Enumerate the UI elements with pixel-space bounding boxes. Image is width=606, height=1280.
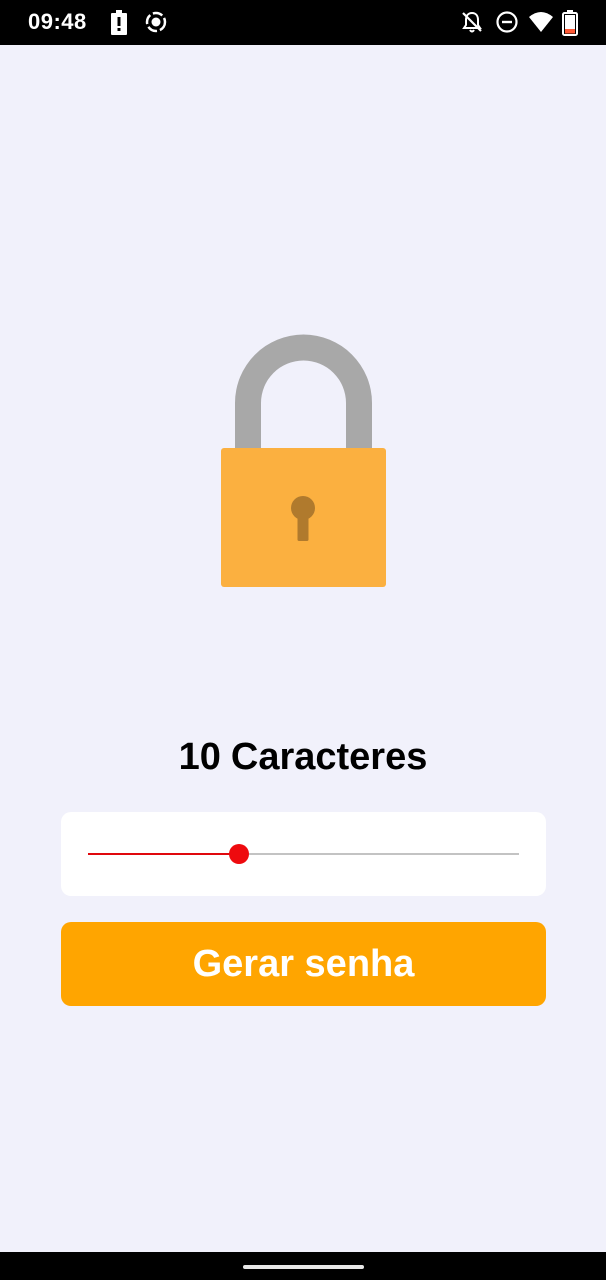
battery-alert-icon	[110, 10, 128, 41]
status-time: 09:48	[28, 9, 87, 34]
password-length-label: 10 Caracteres	[0, 736, 606, 779]
generate-password-button[interactable]: Gerar senha	[61, 922, 546, 1006]
record-icon	[144, 10, 168, 39]
battery-icon	[562, 10, 578, 41]
padlock-shackle	[235, 334, 372, 450]
length-slider-thumb[interactable]	[228, 844, 249, 864]
home-indicator[interactable]	[243, 1265, 364, 1269]
do-not-disturb-icon	[495, 10, 519, 39]
notifications-off-icon	[460, 10, 484, 39]
status-bar: 09:48	[0, 0, 606, 45]
navigation-bar	[0, 1252, 606, 1280]
wifi-icon	[528, 10, 554, 39]
password-length-value: 10	[178, 736, 221, 778]
password-length-unit: Caracteres	[230, 736, 428, 778]
length-slider-fill	[88, 853, 239, 855]
length-slider-card	[61, 812, 546, 896]
padlock-icon	[221, 334, 386, 588]
screen: 09:48 10 Caracteres Gerar senha	[0, 0, 606, 1280]
length-slider[interactable]	[88, 844, 519, 864]
